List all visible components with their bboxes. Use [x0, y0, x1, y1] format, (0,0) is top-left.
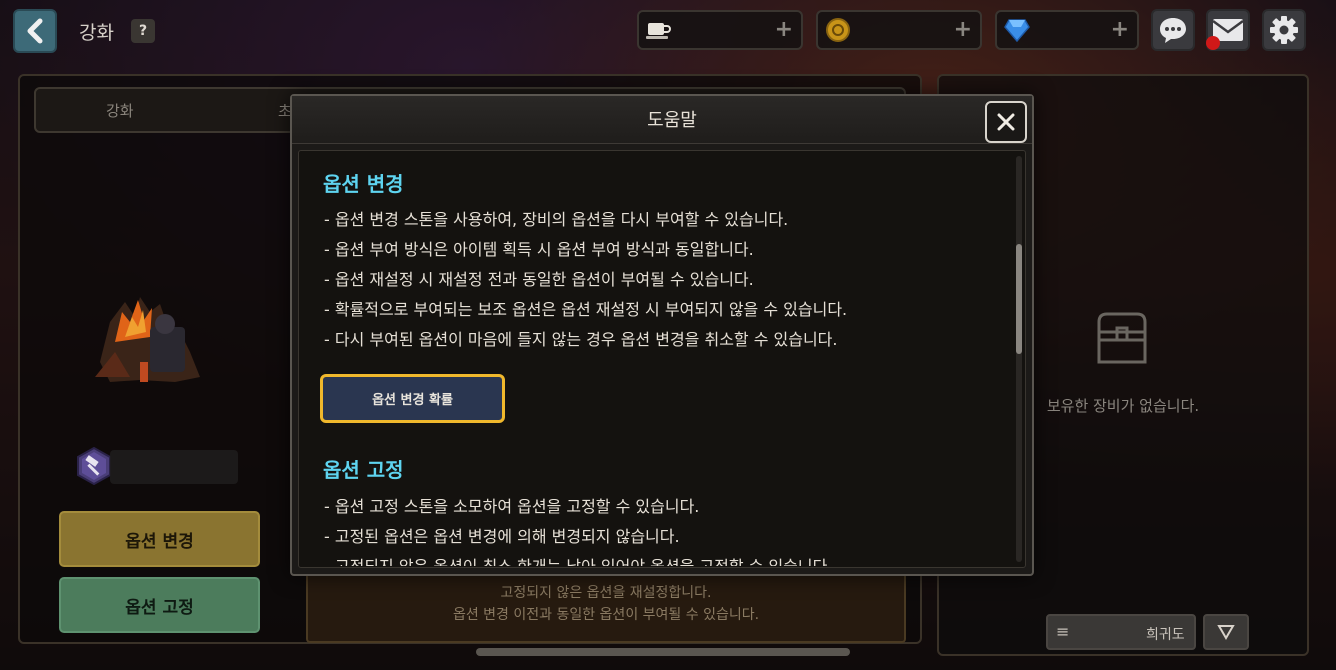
horizontal-scrollbar[interactable]	[476, 648, 850, 656]
sort-direction-button[interactable]	[1203, 614, 1249, 650]
modal-scrollbar-thumb[interactable]	[1016, 244, 1022, 354]
add-coffee-button[interactable]: +	[775, 17, 793, 43]
coffee-icon	[645, 16, 673, 44]
option-change-probability-button[interactable]: 옵션 변경 확률	[320, 374, 505, 423]
modal-title: 도움말	[647, 110, 697, 131]
section-heading: 옵션 고정	[323, 458, 404, 482]
info-line: 옵션 변경 이전과 동일한 옵션이 부여될 수 있습니다.	[452, 607, 760, 623]
info-line: 고정되지 않은 옵션을 재설정합니다.	[500, 585, 712, 601]
currency-coffee: +	[637, 10, 803, 50]
help-line: - 확률적으로 부여되는 보조 옵션은 옵션 재설정 시 부여되지 않을 수 있…	[324, 300, 848, 319]
add-gold-button[interactable]: +	[954, 17, 972, 43]
close-button[interactable]	[985, 101, 1027, 143]
currency-diamond: +	[995, 10, 1139, 50]
modal-scrollbar-track[interactable]	[1016, 156, 1022, 562]
mail-notification-dot	[1206, 36, 1220, 50]
diamond-gem-icon	[1003, 16, 1031, 44]
hammer-icon	[77, 447, 111, 485]
back-button[interactable]	[13, 9, 57, 53]
chevron-left-icon	[27, 18, 43, 44]
close-icon	[997, 113, 1015, 131]
triangle-down-icon	[1217, 625, 1235, 640]
help-line: - 옵션 고정 스톤을 소모하여 옵션을 고정할 수 있습니다.	[324, 497, 700, 516]
stone-count-slot	[110, 450, 238, 484]
currency-gold: +	[816, 10, 982, 50]
treasure-chest-icon	[1097, 312, 1147, 364]
option-fix-button[interactable]: 옵션 고정	[59, 577, 260, 633]
help-line-clip: - 고정되지 않은 옵션이 최소 한개는 남아 있어야 옵션을 고정할 수 있습…	[298, 540, 1016, 566]
help-line: - 옵션 부여 방식은 아이템 획득 시 옵션 부여 방식과 동일합니다.	[324, 240, 754, 259]
gold-coin-icon	[824, 16, 852, 44]
add-diamond-button[interactable]: +	[1111, 17, 1129, 43]
page-title: 강화	[79, 22, 114, 44]
help-button[interactable]: ?	[131, 19, 155, 43]
character-sprite	[95, 297, 200, 382]
help-line: - 옵션 재설정 시 재설정 전과 동일한 옵션이 부여될 수 있습니다.	[324, 270, 754, 289]
chat-button[interactable]	[1151, 9, 1195, 51]
option-change-button[interactable]: 옵션 변경	[59, 511, 260, 567]
chat-bubble-icon	[1160, 18, 1186, 43]
gear-icon	[1270, 16, 1298, 44]
sort-label: 희귀도	[1146, 627, 1185, 643]
tab-enhance[interactable]: 강화	[106, 100, 134, 121]
section-heading: 옵션 변경	[323, 172, 404, 196]
sort-menu-icon: ≡	[1056, 622, 1070, 641]
help-line: - 옵션 변경 스톤을 사용하여, 장비의 옵션을 다시 부여할 수 있습니다.	[324, 210, 789, 229]
help-line: - 고정되지 않은 옵션이 최소 한개는 남아 있어야 옵션을 고정할 수 있습…	[324, 553, 832, 566]
settings-button[interactable]	[1262, 9, 1306, 51]
help-line: - 다시 부여된 옵션이 마음에 들지 않는 경우 옵션 변경을 취소할 수 있…	[324, 330, 838, 349]
